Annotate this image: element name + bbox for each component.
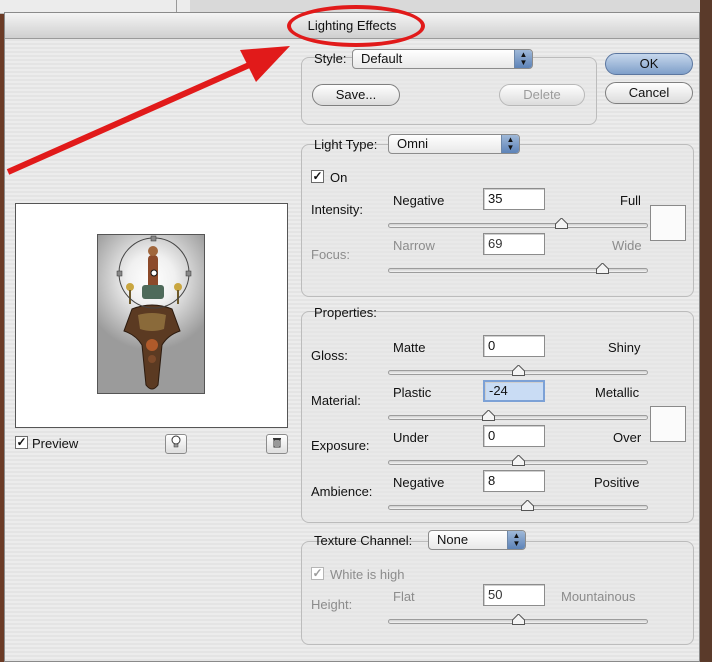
gloss-field[interactable]: 0	[483, 335, 545, 357]
style-select[interactable]: Default ▲ ▼	[352, 49, 533, 69]
intensity-slider-thumb[interactable]	[555, 218, 568, 229]
intensity-max-label: Full	[620, 193, 641, 208]
material-max-label: Metallic	[595, 385, 640, 400]
delete-button-label: Delete	[523, 87, 561, 102]
material-min-label: Plastic	[393, 385, 432, 400]
lighting-effects-dialog: Lighting Effects ✓ Preview Style: Defaul…	[4, 5, 700, 662]
intensity-slider[interactable]	[388, 223, 648, 228]
white-is-high-label: White is high	[330, 567, 405, 582]
texture-channel-label: Texture Channel:	[314, 533, 413, 548]
focus-label: Focus:	[311, 247, 351, 262]
focus-field[interactable]: 69	[483, 233, 545, 255]
gloss-slider-thumb[interactable]	[512, 365, 525, 376]
material-label: Material:	[311, 393, 361, 408]
texture-channel-select[interactable]: None ▲ ▼	[428, 530, 526, 550]
delete-light-button[interactable]	[266, 434, 288, 454]
gloss-min-label: Matte	[393, 340, 426, 355]
height-max-label: Mountainous	[561, 589, 636, 604]
ambient-color-swatch[interactable]	[650, 406, 686, 442]
preview-image	[97, 234, 205, 394]
intensity-min-label: Negative	[393, 193, 445, 208]
material-field[interactable]: -24	[483, 380, 545, 402]
ambience-slider[interactable]	[388, 505, 648, 510]
gloss-max-label: Shiny	[608, 340, 641, 355]
focus-slider[interactable]	[388, 268, 648, 273]
texture-channel-value: None	[437, 532, 469, 547]
style-value: Default	[361, 51, 403, 66]
ambience-min-label: Negative	[393, 475, 445, 490]
exposure-field[interactable]: 0	[483, 425, 545, 447]
annotation-circle	[287, 5, 425, 47]
ok-button-label: OK	[639, 56, 659, 71]
gloss-label: Gloss:	[311, 348, 348, 363]
light-on-checkbox[interactable]: ✓	[311, 170, 324, 183]
new-light-button[interactable]	[165, 434, 187, 454]
light-type-group	[301, 144, 694, 297]
light-color-swatch[interactable]	[650, 205, 686, 241]
save-button-label: Save...	[335, 87, 377, 102]
height-label: Height:	[311, 597, 353, 612]
ambience-slider-thumb[interactable]	[521, 500, 534, 511]
preview-label: Preview	[32, 436, 79, 451]
cancel-button[interactable]: Cancel	[605, 82, 693, 104]
exposure-max-label: Over	[613, 430, 642, 445]
ambience-field[interactable]: 8	[483, 470, 545, 492]
exposure-slider-thumb[interactable]	[512, 455, 525, 466]
preview-panel[interactable]	[15, 203, 288, 428]
height-min-label: Flat	[393, 589, 415, 604]
chevron-updown-icon: ▲ ▼	[501, 135, 519, 153]
white-is-high-checkbox[interactable]: ✓	[311, 567, 324, 580]
height-slider-thumb[interactable]	[512, 614, 525, 625]
delete-button[interactable]: Delete	[499, 84, 585, 106]
background-strip-right	[700, 0, 712, 662]
material-slider-thumb[interactable]	[482, 410, 495, 421]
intensity-field[interactable]: 35	[483, 188, 545, 210]
exposure-label: Exposure:	[311, 438, 370, 453]
light-on-label: On	[330, 170, 348, 185]
ok-button[interactable]: OK	[605, 53, 693, 75]
save-button[interactable]: Save...	[312, 84, 400, 106]
focus-slider-thumb[interactable]	[596, 263, 609, 274]
lightbulb-icon	[170, 435, 182, 452]
chevron-updown-icon: ▲ ▼	[507, 531, 525, 549]
height-field[interactable]: 50	[483, 584, 545, 606]
light-type-label: Light Type:	[314, 137, 378, 152]
chevron-updown-icon: ▲ ▼	[514, 50, 532, 68]
ambience-max-label: Positive	[594, 475, 640, 490]
style-label: Style:	[314, 51, 347, 66]
focus-min-label: Narrow	[393, 238, 435, 253]
properties-label: Properties:	[314, 305, 377, 320]
cancel-button-label: Cancel	[628, 85, 670, 100]
ambience-label: Ambience:	[311, 484, 373, 499]
material-slider[interactable]	[388, 415, 648, 420]
light-type-select[interactable]: Omni ▲ ▼	[388, 134, 520, 154]
trash-icon	[272, 437, 282, 451]
exposure-min-label: Under	[393, 430, 429, 445]
light-type-value: Omni	[397, 136, 429, 151]
focus-max-label: Wide	[612, 238, 642, 253]
preview-checkbox[interactable]: ✓	[15, 436, 28, 449]
intensity-label: Intensity:	[311, 202, 364, 217]
